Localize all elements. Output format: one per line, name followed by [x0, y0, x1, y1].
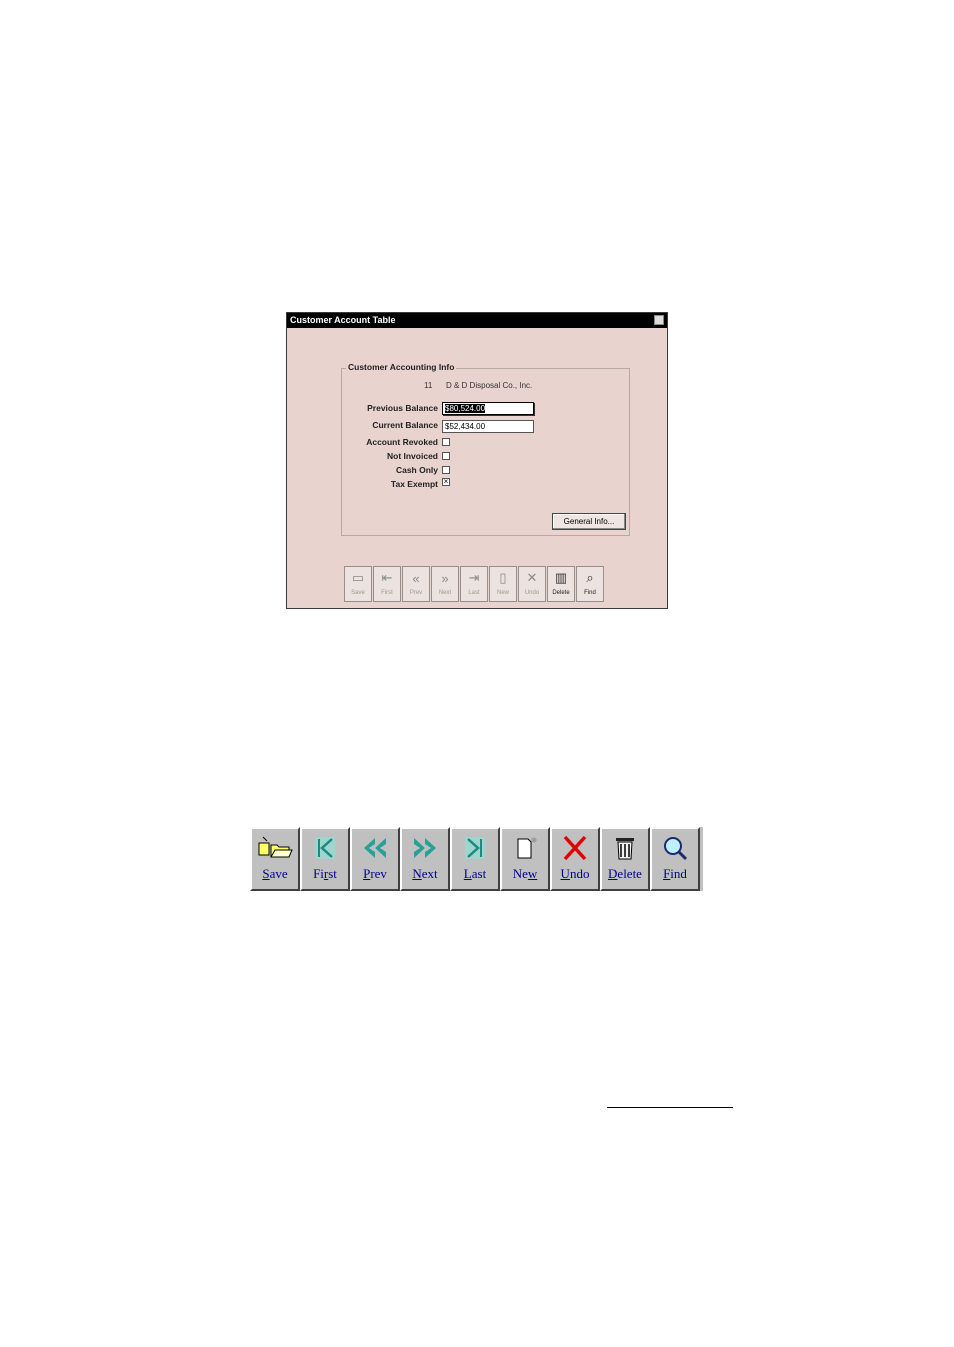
not-invoiced-label: Not Invoiced: [386, 451, 438, 461]
new-label: New: [512, 866, 538, 881]
next-label: Next: [412, 866, 438, 881]
first-label: First: [313, 866, 337, 881]
delete-label: Delete: [608, 866, 642, 881]
prev-record-icon: «: [412, 570, 420, 586]
record-toolbar: Save First Prev Next Last New Undo Delet…: [250, 827, 703, 891]
delete-button[interactable]: Delete: [600, 827, 650, 891]
undo-button[interactable]: Undo: [550, 827, 600, 891]
general-info-button[interactable]: General Info...: [552, 513, 626, 530]
undo-x-icon: [557, 834, 593, 862]
prev-button[interactable]: Prev: [350, 827, 400, 891]
mini-new-button[interactable]: ▯ New: [489, 566, 517, 602]
accounting-info-group: Customer Accounting Info 11 D & D Dispos…: [341, 362, 630, 536]
next-record-icon: »: [441, 570, 449, 586]
account-revoked-label: Account Revoked: [366, 437, 438, 447]
tax-exempt-label: Tax Exempt: [390, 479, 438, 489]
previous-balance-label: Previous Balance: [367, 403, 438, 413]
cash-only-label: Cash Only: [395, 465, 438, 475]
last-record-icon: ⇥: [468, 570, 480, 585]
underline-rule: [607, 1107, 733, 1108]
mini-last-button[interactable]: ⇥ Last: [460, 566, 488, 602]
folder-save-icon: ▭: [351, 570, 365, 585]
trash-icon: [607, 834, 643, 862]
current-balance-label: Current Balance: [372, 420, 438, 430]
magnifier-icon: ⌕: [586, 570, 594, 585]
next-record-icon: [407, 834, 443, 862]
mini-delete-button[interactable]: ▥ Delete: [547, 566, 575, 602]
mini-prev-button[interactable]: «Prev: [402, 566, 430, 602]
last-record-icon: [457, 834, 493, 862]
account-name: D & D Disposal Co., Inc.: [446, 381, 533, 390]
close-icon[interactable]: [654, 315, 664, 325]
folder-save-icon: [257, 834, 293, 862]
account-revoked-checkbox[interactable]: [442, 438, 450, 446]
mini-save-button[interactable]: ▭ Save: [344, 566, 372, 602]
window-title: Customer Account Table: [290, 315, 396, 325]
new-document-icon: [507, 834, 543, 862]
mini-toolbar: ▭ Save ⇤ First «Prev » Next ⇥ Last ▯ New ✕ Und…: [344, 566, 605, 602]
account-id: 11: [424, 381, 433, 390]
trash-icon: ▥: [554, 570, 568, 585]
first-record-icon: ⇤: [381, 570, 393, 585]
mini-first-button[interactable]: ⇤ First: [373, 566, 401, 602]
save-label: Save: [262, 866, 288, 881]
magnifier-icon: [657, 834, 693, 862]
last-label: Last: [463, 866, 487, 881]
first-record-icon: [307, 834, 343, 862]
previous-balance-field[interactable]: $80,524.00: [442, 402, 534, 415]
mini-undo-button[interactable]: ✕ Undo: [518, 566, 546, 602]
save-button[interactable]: Save: [250, 827, 300, 891]
customer-account-window: Customer Account Table Customer Accounti…: [286, 312, 668, 609]
new-document-icon: ▯: [499, 570, 507, 585]
undo-label: Undo: [560, 866, 590, 881]
undo-x-icon: ✕: [526, 570, 538, 585]
group-label: Customer Accounting Info: [346, 362, 457, 372]
mini-find-button[interactable]: ⌕ Find: [576, 566, 604, 602]
find-button[interactable]: Find: [650, 827, 700, 891]
tax-exempt-checkbox[interactable]: ×: [442, 478, 450, 486]
prev-label: Prev: [363, 866, 387, 881]
prev-record-icon: [357, 834, 393, 862]
not-invoiced-checkbox[interactable]: [442, 452, 450, 460]
window-titlebar[interactable]: Customer Account Table: [287, 313, 667, 328]
mini-next-button[interactable]: » Next: [431, 566, 459, 602]
next-button[interactable]: Next: [400, 827, 450, 891]
current-balance-field[interactable]: $52,434.00: [442, 420, 534, 433]
cash-only-checkbox[interactable]: [442, 466, 450, 474]
last-button[interactable]: Last: [450, 827, 500, 891]
find-label: Find: [663, 866, 687, 881]
new-button[interactable]: New: [500, 827, 550, 891]
first-button[interactable]: First: [300, 827, 350, 891]
